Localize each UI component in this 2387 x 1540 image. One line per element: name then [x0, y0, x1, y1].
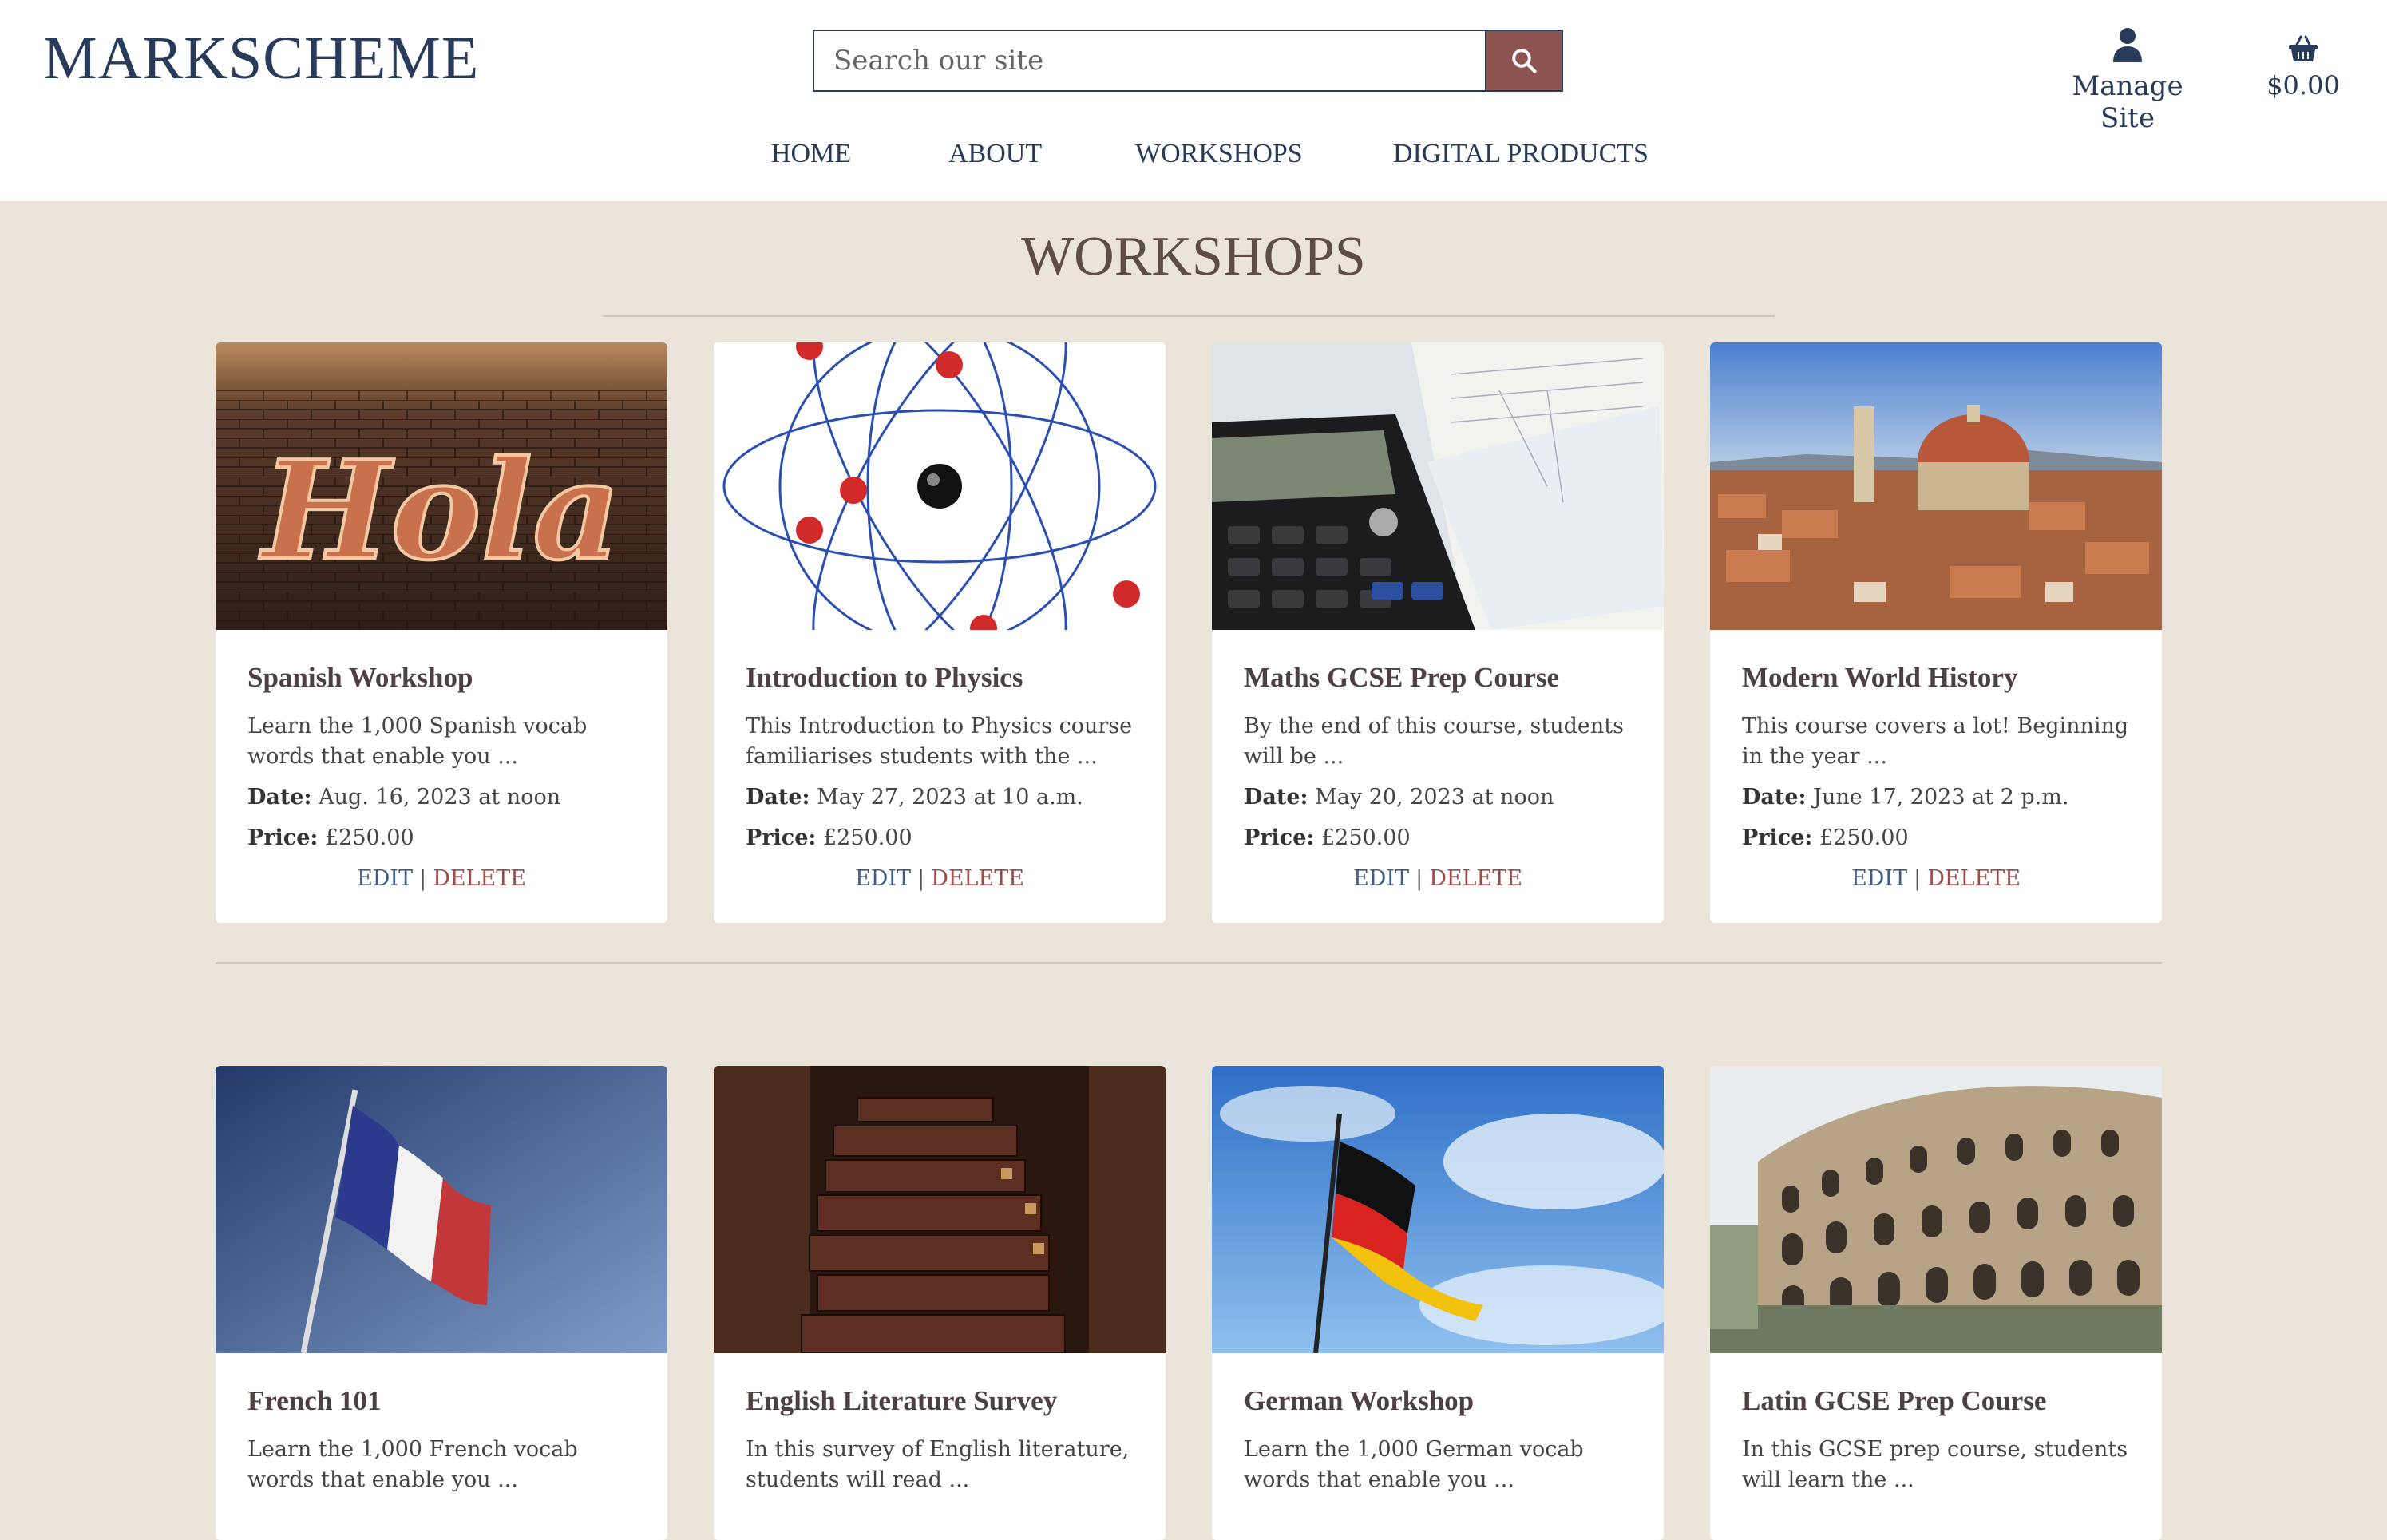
workshop-image[interactable]	[1212, 342, 1664, 630]
workshop-description: Learn the 1,000 Spanish vocab words that…	[247, 714, 588, 769]
nav-home[interactable]: HOME	[771, 139, 851, 169]
page-title: WORKSHOPS	[1021, 226, 1366, 287]
svg-text:Hola: Hola	[259, 431, 621, 591]
workshop-price: Price: £250.00	[1742, 825, 1909, 850]
workshop-price: Price: £250.00	[746, 825, 912, 850]
workshop-description: This Introduction to Physics course fami…	[746, 714, 1133, 769]
row-divider	[216, 962, 2162, 964]
workshop-card[interactable]: French 101 Learn the 1,000 French vocab …	[216, 1066, 667, 1540]
search-button[interactable]	[1485, 31, 1562, 90]
workshop-card[interactable]: Maths GCSE Prep Course By the end of thi…	[1212, 342, 1664, 923]
search-input[interactable]	[814, 31, 1485, 90]
workshop-description: Learn the 1,000 German vocab words that …	[1244, 1437, 1584, 1492]
workshop-title[interactable]: Latin GCSE Prep Course	[1742, 1385, 2130, 1417]
workshop-image[interactable]	[1710, 342, 2162, 630]
workshop-title[interactable]: Spanish Workshop	[247, 662, 635, 694]
workshop-card[interactable]: Modern World History This course covers …	[1710, 342, 2162, 923]
workshop-date: Date: May 27, 2023 at 10 a.m.	[746, 785, 1083, 810]
delete-link[interactable]: DELETE	[433, 866, 526, 891]
cart-total: $0.00	[2266, 70, 2340, 101]
manage-site-link[interactable]: Manage Site	[2044, 21, 2211, 134]
workshop-description: Learn the 1,000 French vocab words that …	[247, 1437, 578, 1492]
search-icon	[1512, 49, 1537, 73]
workshop-price: Price: £250.00	[1244, 825, 1411, 850]
workshop-description: In this survey of English literature, st…	[746, 1437, 1130, 1492]
workshop-date: Date: June 17, 2023 at 2 p.m.	[1742, 785, 2069, 810]
workshop-image[interactable]: Hola	[216, 342, 667, 630]
edit-link[interactable]: EDIT	[1851, 866, 1907, 891]
edit-link[interactable]: EDIT	[1353, 866, 1409, 891]
basket-icon	[2289, 35, 2318, 61]
workshop-title[interactable]: German Workshop	[1244, 1385, 1632, 1417]
delete-link[interactable]: DELETE	[1429, 866, 1522, 891]
delete-link[interactable]: DELETE	[931, 866, 1024, 891]
workshop-card[interactable]: Latin GCSE Prep Course In this GCSE prep…	[1710, 1066, 2162, 1540]
workshop-description: By the end of this course, students will…	[1244, 714, 1624, 769]
workshop-image[interactable]	[1710, 1066, 2162, 1353]
workshop-image[interactable]	[714, 1066, 1166, 1353]
edit-link[interactable]: EDIT	[357, 866, 413, 891]
site-header: MARKSCHEME Manage Site	[0, 0, 2387, 201]
nav-workshops[interactable]: WORKSHOPS	[1135, 139, 1303, 169]
title-divider	[603, 315, 1775, 317]
workshop-date: Date: May 20, 2023 at noon	[1244, 785, 1554, 810]
workshop-description: This course covers a lot! Beginning in t…	[1742, 714, 2129, 769]
delete-link[interactable]: DELETE	[1927, 866, 2021, 891]
workshop-price: Price: £250.00	[247, 825, 414, 850]
workshop-image[interactable]	[1212, 1066, 1664, 1353]
search-form	[813, 30, 1563, 92]
user-icon	[2113, 28, 2142, 62]
workshop-title[interactable]: Modern World History	[1742, 662, 2130, 694]
manage-site-label: Manage Site	[2072, 70, 2183, 134]
site-logo[interactable]: MARKSCHEME	[43, 24, 479, 93]
workshop-card[interactable]: German Workshop Learn the 1,000 German v…	[1212, 1066, 1664, 1540]
workshop-card[interactable]: English Literature Survey In this survey…	[714, 1066, 1166, 1540]
edit-link[interactable]: EDIT	[855, 866, 911, 891]
workshop-description: In this GCSE prep course, students will …	[1742, 1437, 2128, 1492]
workshop-title[interactable]: Maths GCSE Prep Course	[1244, 662, 1632, 694]
workshop-date: Date: Aug. 16, 2023 at noon	[247, 785, 561, 810]
workshop-title[interactable]: French 101	[247, 1385, 635, 1417]
workshop-card[interactable]: Introduction to Physics This Introductio…	[714, 342, 1166, 923]
nav-digital-products[interactable]: DIGITAL PRODUCTS	[1393, 139, 1649, 169]
workshop-title[interactable]: English Literature Survey	[746, 1385, 1134, 1417]
workshop-image[interactable]	[216, 1066, 667, 1353]
nav-about[interactable]: ABOUT	[948, 139, 1042, 169]
workshop-image[interactable]	[714, 342, 1166, 630]
main-nav: HOME ABOUT WORKSHOPS DIGITAL PRODUCTS	[0, 139, 2387, 179]
workshop-card[interactable]: Hola Spanish Workshop Learn the 1,000 Sp…	[216, 342, 667, 923]
cart-link[interactable]: $0.00	[2259, 21, 2347, 101]
workshop-title[interactable]: Introduction to Physics	[746, 662, 1134, 694]
